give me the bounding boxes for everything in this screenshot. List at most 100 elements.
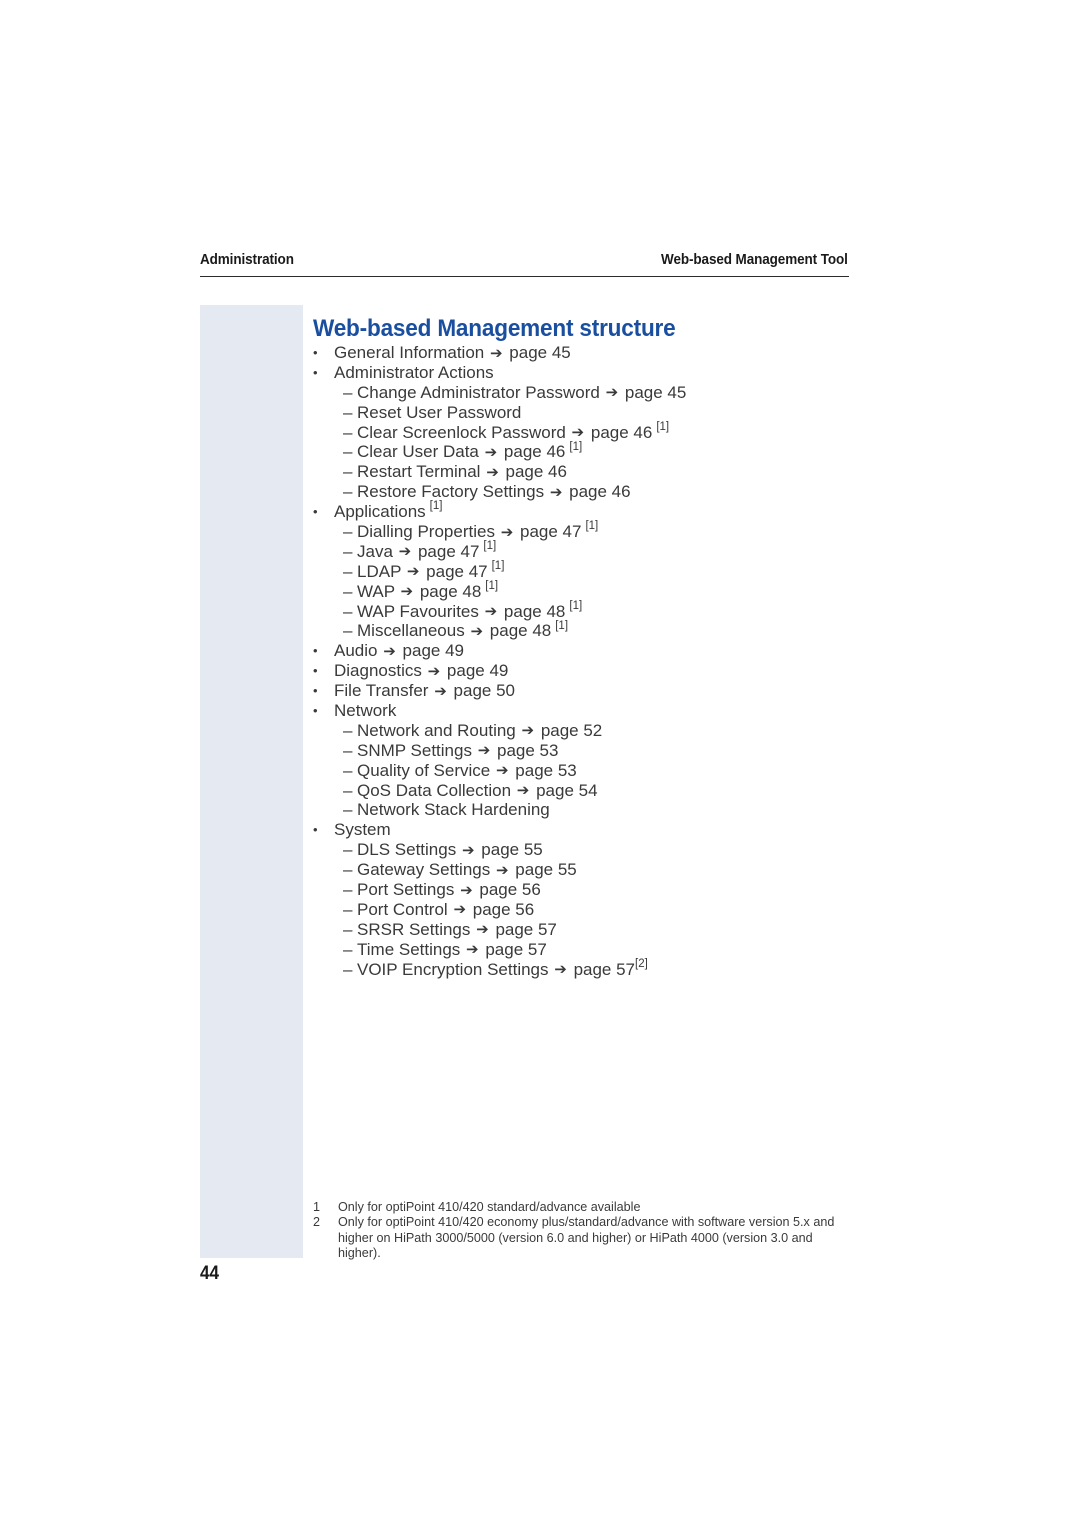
cross-reference-arrow-icon: ➔ <box>549 482 563 501</box>
page-number: 44 <box>200 1263 220 1284</box>
structure-list-item-text: Quality of Service ➔ page 53 <box>357 761 577 782</box>
structure-list-item-label: VOIP Encryption Settings <box>357 959 549 979</box>
structure-list-item[interactable]: – WAP ➔ page 48 [1] <box>313 580 853 602</box>
structure-list-item[interactable]: – Clear Screenlock Password ➔ page 46 [1] <box>313 421 853 443</box>
page-title: Web-based Management structure <box>313 315 676 343</box>
structure-list-item[interactable]: • Audio ➔ page 49 <box>313 641 853 661</box>
structure-list-item[interactable]: – Java ➔ page 47 [1] <box>313 540 853 563</box>
cross-reference-page[interactable]: page 57 <box>574 960 635 979</box>
bullet-icon: • <box>313 345 318 360</box>
bullet-icon: • <box>313 663 318 679</box>
structure-list: • General Information ➔ page 45 • Administr… <box>313 343 853 980</box>
structure-list-item[interactable]: – SRSR Settings ➔ page 57 <box>313 920 853 940</box>
cross-reference-page[interactable]: page 56 <box>473 900 534 919</box>
structure-list-item-label: Audio <box>334 641 378 661</box>
structure-list-item-text: SRSR Settings ➔ page 57 <box>357 920 557 941</box>
structure-list-item-text: Java ➔ page 47 [1] <box>357 540 497 563</box>
cross-reference-arrow-icon: ➔ <box>406 562 420 581</box>
structure-list-item[interactable]: – LDAP ➔ page 47 [1] <box>313 560 853 583</box>
structure-list-item[interactable]: – Dialling Properties ➔ page 47 [1] <box>313 521 853 542</box>
structure-list-item-text: SNMP Settings ➔ page 53 <box>357 741 558 762</box>
structure-list-item[interactable]: – Quality of Service ➔ page 53 <box>313 761 853 781</box>
structure-list-item[interactable]: • General Information ➔ page 45 <box>313 343 853 363</box>
structure-list-item-text: Applications [1] <box>334 500 443 522</box>
cross-reference-page[interactable]: page 48 <box>490 621 551 640</box>
structure-list-item-text: Restart Terminal ➔ page 46 <box>357 462 567 483</box>
cross-reference-arrow-icon: ➔ <box>461 840 475 859</box>
structure-list-item[interactable]: – SNMP Settings ➔ page 53 <box>313 741 853 761</box>
cross-reference-page[interactable]: page 46 <box>504 442 565 461</box>
cross-reference-page[interactable]: page 55 <box>515 860 576 879</box>
structure-list-item-label: SNMP Settings <box>357 740 472 760</box>
structure-list-item[interactable]: – Clear User Data ➔ page 46 [1] <box>313 441 853 463</box>
structure-list-item-label: General Information <box>334 343 485 362</box>
cross-reference-page[interactable]: page 50 <box>454 681 515 700</box>
footnote-number: 2 <box>313 1215 321 1230</box>
structure-list-item-label: Restart Terminal <box>357 462 481 482</box>
cross-reference-page[interactable]: page 48 <box>420 582 481 601</box>
cross-reference-page[interactable]: page 56 <box>479 880 540 899</box>
cross-reference-arrow-icon: ➔ <box>470 621 484 640</box>
structure-list-item[interactable]: – Change Administrator Password ➔ page 45 <box>313 383 853 403</box>
structure-list-item-label: LDAP <box>357 561 402 581</box>
structure-list-item-text: WAP Favourites ➔ page 48 [1] <box>357 600 582 623</box>
structure-list-item[interactable]: – Restore Factory Settings ➔ page 46 <box>313 482 853 502</box>
structure-list-item-text: General Information ➔ page 45 <box>334 343 571 364</box>
structure-list-item[interactable]: • Diagnostics ➔ page 49 <box>313 661 853 681</box>
footnote-text: Only for optiPoint 410/420 standard/adva… <box>338 1200 641 1214</box>
cross-reference-page[interactable]: page 47 <box>418 542 479 561</box>
structure-list-item[interactable]: – Time Settings ➔ page 57 <box>313 940 853 960</box>
cross-reference-page[interactable]: page 52 <box>541 721 602 740</box>
cross-reference-page[interactable]: page 45 <box>625 383 686 402</box>
cross-reference-page[interactable]: page 57 <box>495 920 556 939</box>
structure-list-item-label: Clear Screenlock Password <box>357 422 566 442</box>
cross-reference-page[interactable]: page 49 <box>403 641 464 660</box>
structure-list-item: • Applications [1] <box>313 500 853 522</box>
structure-list-item-label: Applications <box>334 502 426 522</box>
cross-reference-page[interactable]: page 46 <box>506 462 567 481</box>
cross-reference-page[interactable]: page 45 <box>509 343 570 362</box>
cross-reference-page[interactable]: page 53 <box>497 741 558 760</box>
cross-reference-arrow-icon: ➔ <box>460 880 473 899</box>
structure-list-item-label: Time Settings <box>357 939 461 959</box>
structure-list-item-text: Clear User Data ➔ page 46 [1] <box>357 441 582 463</box>
bullet-icon: • <box>313 822 318 838</box>
structure-list-item[interactable]: – Network and Routing ➔ page 52 <box>313 721 853 741</box>
cross-reference-page[interactable]: page 49 <box>447 661 508 680</box>
footnote-reference: [1] <box>429 500 443 513</box>
structure-list-item-text: Restore Factory Settings ➔ page 46 <box>357 482 631 503</box>
footnote-reference: [1] <box>483 540 497 553</box>
structure-list-item[interactable]: – Port Settings ➔ page 56 <box>313 880 853 900</box>
cross-reference-page[interactable]: page 54 <box>536 781 597 800</box>
structure-list-item[interactable]: – WAP Favourites ➔ page 48 [1] <box>313 600 853 623</box>
structure-list-item[interactable]: – QoS Data Collection ➔ page 54 <box>313 781 853 801</box>
cross-reference-arrow-icon: ➔ <box>383 641 396 660</box>
structure-list-item[interactable]: – DLS Settings ➔ page 55 <box>313 840 853 860</box>
structure-list-item-text: Audio ➔ page 49 <box>334 641 464 662</box>
structure-list-item-text: System <box>334 820 391 840</box>
structure-list-item-text: File Transfer ➔ page 50 <box>334 681 515 702</box>
footnote: 1 Only for optiPoint 410/420 standard/adv… <box>313 1200 858 1215</box>
structure-list-item[interactable]: – Restart Terminal ➔ page 46 <box>313 462 853 482</box>
structure-list-item[interactable]: – Miscellaneous ➔ page 48 [1] <box>313 620 853 641</box>
structure-list-item[interactable]: • File Transfer ➔ page 50 <box>313 681 853 701</box>
structure-list-item[interactable]: – Gateway Settings ➔ page 55 <box>313 860 853 880</box>
bullet-icon: • <box>313 504 318 520</box>
cross-reference-arrow-icon: ➔ <box>477 741 491 760</box>
cross-reference-page[interactable]: page 47 <box>426 562 487 581</box>
cross-reference-page[interactable]: page 55 <box>481 840 542 859</box>
structure-list-item-text: Network and Routing ➔ page 52 <box>357 721 602 742</box>
cross-reference-page[interactable]: page 53 <box>515 761 576 780</box>
running-header: Administration Web-based Management Tool <box>200 252 848 274</box>
cross-reference-page[interactable]: page 47 <box>520 522 581 541</box>
cross-reference-page[interactable]: page 46 <box>591 423 652 442</box>
structure-list-item-label: Network and Routing <box>357 720 516 740</box>
structure-list-item-text: LDAP ➔ page 47 [1] <box>357 560 504 583</box>
cross-reference-arrow-icon: ➔ <box>466 940 479 959</box>
structure-list-item-text: DLS Settings ➔ page 55 <box>357 840 543 861</box>
structure-list-item[interactable]: – VOIP Encryption Settings ➔ page 57[2] <box>313 958 853 980</box>
cross-reference-page[interactable]: page 46 <box>569 482 630 501</box>
structure-list-item[interactable]: – Port Control ➔ page 56 <box>313 900 853 920</box>
cross-reference-page[interactable]: page 48 <box>504 602 565 621</box>
cross-reference-page[interactable]: page 57 <box>485 940 546 959</box>
